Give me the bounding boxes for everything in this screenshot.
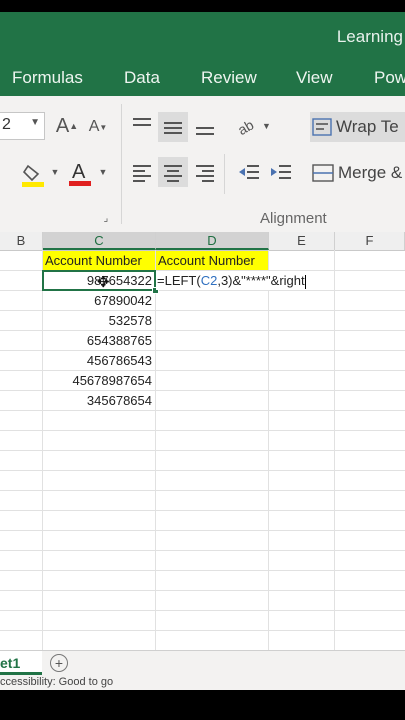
add-sheet-icon[interactable]: + (50, 654, 68, 672)
ribbon: 2 ▼ A ▲ A ▼ ▼ A ▼ ab ▼ Wrap Te Merge & ⌟… (0, 96, 405, 233)
font-size-value: 2 (2, 116, 11, 133)
formula-text-start: =LEFT( (157, 273, 201, 288)
cursor-icon: ✥ (97, 274, 110, 291)
align-top-icon[interactable] (130, 114, 154, 138)
font-size-select[interactable]: 2 ▼ (0, 112, 45, 140)
font-color-button[interactable]: A (66, 158, 94, 188)
divider (224, 154, 225, 194)
cell-c8[interactable]: 345678654 (43, 391, 155, 410)
chevron-down-icon: ▼ (30, 117, 40, 128)
cell-d2-editing[interactable]: =LEFT(C2,3)&"****"&right (156, 271, 327, 290)
tab-data[interactable]: Data (124, 68, 160, 88)
wrap-text-icon (312, 118, 332, 136)
sheet-tab-bar: et1 + (0, 650, 405, 677)
tab-formulas[interactable]: Formulas (12, 68, 83, 88)
tab-review[interactable]: Review (201, 68, 257, 88)
tab-view[interactable]: View (296, 68, 333, 88)
align-right-icon[interactable] (193, 160, 217, 184)
increase-font-icon[interactable]: A ▲ (56, 114, 78, 138)
decrease-font-icon[interactable]: A ▼ (88, 116, 108, 138)
svg-text:▼: ▼ (262, 121, 271, 131)
column-header-e[interactable]: E (269, 232, 335, 250)
column-header-f[interactable]: F (335, 232, 405, 250)
cell-c5[interactable]: 654388765 (43, 331, 155, 350)
merge-label: Merge & (338, 163, 403, 182)
align-left-icon[interactable] (130, 160, 154, 184)
divider (121, 104, 122, 224)
accessibility-status[interactable]: ccessibility: Good to go (0, 676, 113, 688)
font-color-icon: A (69, 161, 91, 186)
decrease-indent-icon[interactable] (236, 160, 262, 184)
wrap-text-label: Wrap Te (336, 117, 399, 136)
orientation-icon[interactable]: ab ▼ (236, 112, 272, 138)
column-header-c[interactable]: C (43, 232, 156, 250)
cell-c6[interactable]: 456786543 (43, 351, 155, 370)
tab-power[interactable]: Pow (374, 68, 405, 88)
title-bar: Learning (0, 12, 405, 62)
top-frame (0, 0, 405, 12)
column-header-d[interactable]: D (156, 232, 269, 250)
status-bar: ccessibility: Good to go (0, 676, 405, 690)
increase-indent-icon[interactable] (268, 160, 294, 184)
chevron-down-icon[interactable]: ▼ (50, 166, 60, 178)
merge-button[interactable]: Merge & (310, 158, 405, 188)
chevron-down-icon[interactable]: ▼ (98, 166, 108, 178)
svg-text:A: A (72, 161, 86, 183)
header-cell-d1[interactable]: Account Number (156, 251, 268, 270)
fill-color-button[interactable] (20, 160, 48, 188)
dialog-launcher-icon[interactable]: ⌟ (100, 212, 112, 224)
cell-c3[interactable]: 67890042 (43, 291, 155, 310)
column-headers: B C D E F (0, 232, 405, 251)
cell-c7[interactable]: 45678987654 (43, 371, 155, 390)
alignment-group-label: Alignment (260, 210, 327, 227)
formula-cell-reference: C2 (200, 273, 218, 288)
worksheet-grid[interactable]: B C D E F Account Number Account Number … (0, 232, 405, 650)
merge-icon (312, 164, 334, 182)
bottom-frame (0, 690, 405, 720)
wrap-text-button[interactable]: Wrap Te (310, 112, 405, 142)
column-header-b[interactable]: B (0, 232, 43, 250)
align-bottom-icon[interactable] (193, 114, 217, 138)
align-middle-icon[interactable] (158, 112, 188, 142)
header-cell-c1[interactable]: Account Number (43, 251, 155, 270)
text-caret (304, 274, 306, 289)
align-center-icon[interactable] (158, 157, 188, 187)
window-title: Learning (336, 27, 403, 46)
svg-text:ab: ab (236, 116, 257, 137)
ribbon-tabs: Formulas Data Review View Pow (0, 62, 405, 96)
formula-text-end: ,3)&"****"&right (217, 273, 305, 288)
cell-c4[interactable]: 532578 (43, 311, 155, 330)
sheet-tab-sheet1[interactable]: et1 (0, 651, 42, 675)
paint-bucket-icon (22, 164, 44, 187)
